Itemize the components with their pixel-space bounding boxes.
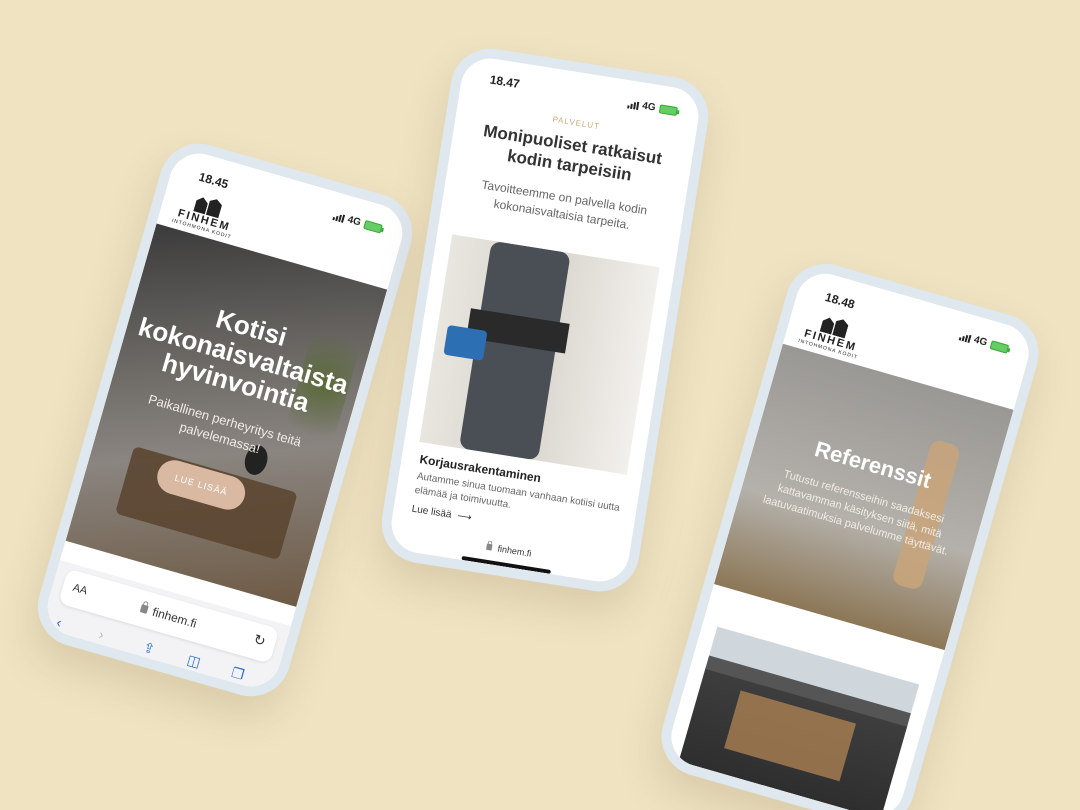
reference-image-house[interactable]: [678, 626, 920, 810]
status-indicators: 4G: [626, 98, 678, 117]
reload-icon[interactable]: ↻: [252, 631, 268, 651]
signal-icon: [626, 100, 639, 110]
network-label: 4G: [641, 100, 657, 114]
back-icon[interactable]: ‹: [55, 614, 64, 631]
arrow-right-icon: ⟶: [456, 510, 473, 524]
url-text: finhem.fi: [496, 543, 533, 559]
url-display[interactable]: finhem.fi: [100, 590, 238, 642]
battery-icon: [363, 219, 383, 234]
battery-icon: [658, 104, 678, 117]
status-indicators: 4G: [332, 210, 383, 234]
forward-icon[interactable]: ›: [97, 626, 106, 643]
status-indicators: 4G: [958, 330, 1010, 354]
lock-icon: [486, 543, 493, 551]
phone-services: 18.47 4G PALVELUT Monipuoliset ratkaisut…: [375, 42, 715, 598]
network-label: 4G: [972, 334, 989, 349]
status-time: 18.45: [197, 169, 230, 192]
hero-section: Referenssit Tutustu referensseihin saada…: [713, 343, 1014, 651]
read-more-link[interactable]: Lue lisää ⟶: [411, 504, 472, 524]
phone-references: 18.48 4G FINHEM INTOHMONA KODIT Referens…: [651, 254, 1049, 810]
lock-icon: [140, 604, 150, 614]
status-time: 18.48: [823, 289, 857, 312]
bookmarks-icon[interactable]: ◫: [185, 651, 202, 671]
lock-icon: [755, 787, 763, 796]
url-text: finhem.fi: [150, 604, 199, 631]
battery-icon: [989, 340, 1010, 354]
read-more-label: Lue lisää: [410, 503, 453, 521]
network-label: 4G: [346, 214, 363, 229]
phone-home: 18.45 4G FINHEM INTOHMONA KODIT Kotisi k…: [28, 134, 422, 706]
signal-icon: [958, 332, 972, 343]
signal-icon: [332, 212, 345, 223]
share-icon[interactable]: ⇪: [141, 639, 157, 659]
hero-section: Kotisi kokonaisvaltaista hyvinvointia Pa…: [65, 223, 388, 607]
service-image: [419, 234, 660, 475]
drill-icon: [443, 324, 488, 361]
status-time: 18.47: [488, 72, 521, 92]
text-size-button[interactable]: AA: [71, 582, 88, 598]
tabs-icon[interactable]: ❐: [229, 664, 246, 684]
